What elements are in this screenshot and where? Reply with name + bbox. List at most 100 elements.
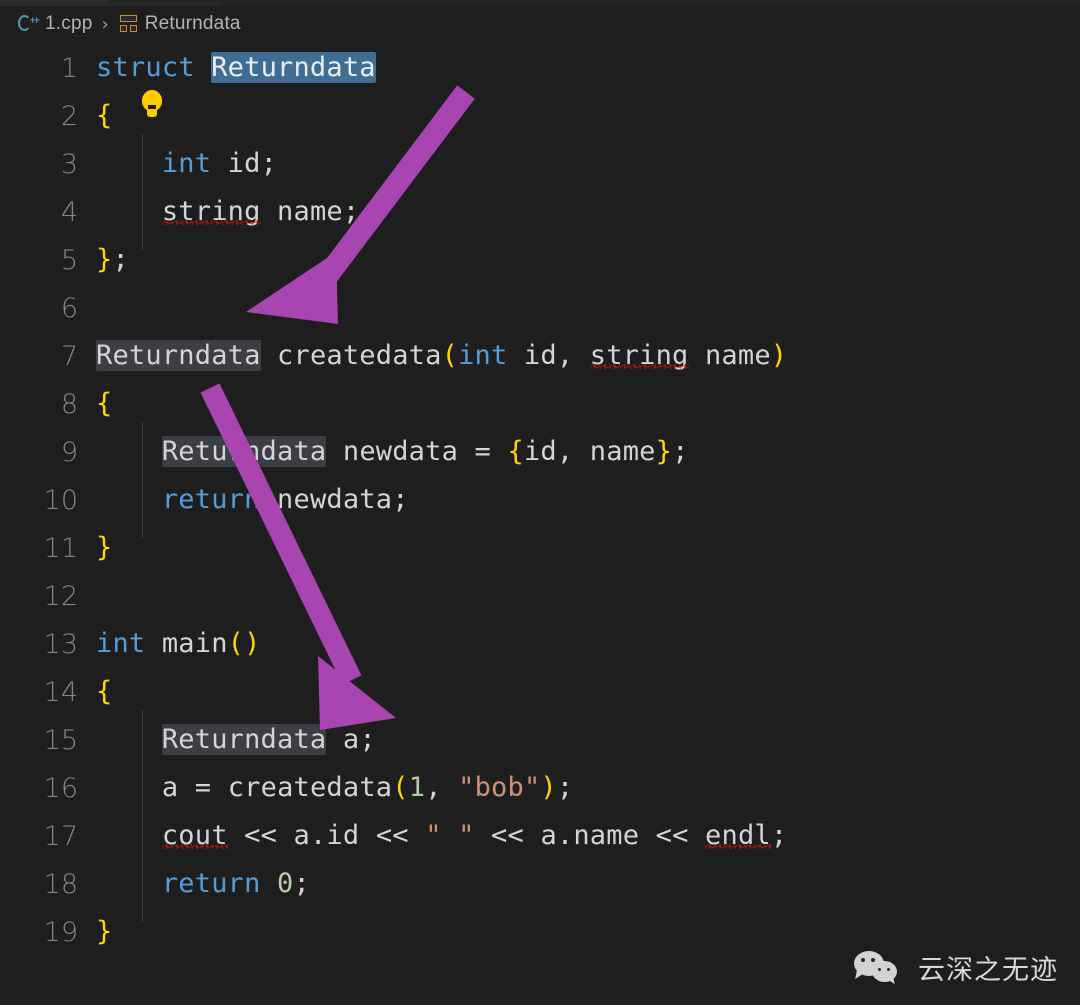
code-line[interactable]: 1 struct Returndata [0, 44, 1080, 92]
token-assign: = [474, 436, 491, 467]
breadcrumb-separator-icon: › [101, 13, 109, 35]
line-number: 2 [60, 100, 78, 132]
line-content[interactable]: { [96, 668, 112, 716]
line-content[interactable]: Returndata createdata(int id, string nam… [96, 332, 787, 380]
line-content[interactable]: Returndata a; [96, 716, 376, 764]
token-paren-open: ( [441, 340, 459, 371]
line-content[interactable]: Returndata newdata = {id, name}; [96, 428, 689, 476]
line-number: 12 [43, 580, 78, 612]
token-semicolon: ; [112, 244, 129, 275]
code-line[interactable]: 16 a = createdata(1, "bob"); [0, 764, 1080, 812]
token-identifier-a: a [342, 724, 360, 755]
code-line[interactable]: 6 [0, 284, 1080, 332]
line-content[interactable]: } [96, 524, 112, 572]
code-line[interactable]: 14 { [0, 668, 1080, 716]
token-semicolon: ; [556, 772, 574, 803]
token-type-string: string [161, 196, 261, 227]
code-line[interactable]: 8 { [0, 380, 1080, 428]
line-number: 6 [60, 292, 78, 324]
breadcrumb-file[interactable]: + + 1.cpp [18, 13, 92, 35]
line-content[interactable]: string name; [96, 188, 359, 236]
line-content[interactable]: a = createdata(1, "bob"); [96, 764, 573, 812]
token-semicolon: ; [672, 436, 689, 467]
token-function-createdata: createdata [227, 772, 393, 803]
token-keyword-return: return [161, 484, 261, 515]
token-string-bob: "bob" [458, 772, 541, 803]
token-identifier-name: name [277, 196, 343, 227]
code-line[interactable]: 4 string name; [0, 188, 1080, 236]
line-content[interactable]: int main() [96, 620, 261, 668]
line-number: 8 [60, 388, 78, 420]
line-content[interactable]: { [96, 380, 112, 428]
token-brace-open: { [96, 388, 113, 419]
token-param-name: name [704, 340, 771, 371]
breadcrumb-symbol[interactable]: Returndata [118, 13, 241, 35]
code-line[interactable]: 17 cout << a.id << " " << a.name << endl… [0, 812, 1080, 860]
line-content[interactable]: return 0; [96, 860, 310, 908]
code-line[interactable]: 15 Returndata a; [0, 716, 1080, 764]
breadcrumb-file-label: 1.cpp [45, 13, 93, 34]
token-shift-operator: << [375, 820, 409, 851]
code-line[interactable]: 18 return 0; [0, 860, 1080, 908]
line-number: 18 [43, 868, 78, 900]
code-line[interactable]: 5 }; [0, 236, 1080, 284]
line-number: 17 [43, 820, 78, 852]
code-line[interactable]: 11 } [0, 524, 1080, 572]
line-content[interactable]: cout << a.id << " " << a.name << endl; [96, 812, 787, 860]
token-brace-open: { [507, 436, 524, 467]
watermark: 云深之无迹 [854, 948, 1058, 987]
token-semicolon: ; [392, 484, 409, 515]
code-line[interactable]: 12 [0, 572, 1080, 620]
line-number: 1 [60, 52, 78, 84]
code-editor[interactable]: 1 struct Returndata 2 { 3 int id; 4 stri… [0, 42, 1080, 1005]
token-assign: = [194, 772, 212, 803]
code-line[interactable]: 10 return newdata; [0, 476, 1080, 524]
token-comma: , [556, 436, 574, 467]
token-semicolon: ; [770, 820, 788, 851]
token-paren-close: ) [770, 340, 788, 371]
struct-symbol-icon [118, 15, 138, 33]
token-number-0: 0 [277, 868, 294, 899]
token-comma: , [425, 772, 442, 803]
line-content[interactable]: struct Returndata [96, 44, 376, 92]
token-paren-open: ( [392, 772, 409, 803]
token-number-1: 1 [408, 772, 426, 803]
line-content[interactable]: }; [96, 236, 129, 284]
token-function-main: main [161, 628, 228, 659]
line-number: 7 [60, 340, 78, 372]
token-identifier-newdata: newdata [342, 436, 459, 467]
token-type-returndata-occurrence: Returndata [161, 724, 327, 755]
line-content[interactable]: { [96, 92, 112, 140]
code-line[interactable]: 13 int main() [0, 620, 1080, 668]
line-number: 10 [43, 484, 78, 516]
token-member-a-name: a.name [540, 820, 640, 851]
line-number: 15 [43, 724, 78, 756]
token-type-string: string [589, 340, 689, 371]
breadcrumb: + + 1.cpp › Returndata [0, 6, 1080, 42]
code-line[interactable]: 3 int id; [0, 140, 1080, 188]
wechat-icon [854, 949, 906, 987]
token-keyword-int: int [161, 148, 212, 179]
line-content[interactable]: int id; [96, 140, 277, 188]
token-brace-close: } [96, 532, 113, 563]
watermark-text: 云深之无迹 [918, 955, 1058, 986]
line-number: 19 [43, 916, 78, 948]
token-keyword-return: return [161, 868, 261, 899]
token-shift-operator: << [491, 820, 524, 851]
line-content[interactable]: return newdata; [96, 476, 409, 524]
token-identifier-a: a [161, 772, 179, 803]
token-semicolon: ; [359, 724, 376, 755]
lightbulb-icon[interactable] [139, 90, 165, 124]
token-member-a-id: a.id [293, 820, 360, 851]
line-number: 4 [60, 196, 78, 228]
code-line[interactable]: 9 Returndata newdata = {id, name}; [0, 428, 1080, 476]
token-brace-close: } [96, 916, 113, 947]
token-type-returndata-occurrence: Returndata [161, 436, 327, 467]
line-content[interactable]: } [96, 908, 112, 956]
token-brace-close: } [96, 244, 113, 275]
line-number: 5 [60, 244, 78, 276]
code-line[interactable]: 7 Returndata createdata(int id, string n… [0, 332, 1080, 380]
token-type-returndata-occurrence: Returndata [96, 340, 261, 371]
token-paren-close: ) [244, 628, 261, 659]
token-shift-operator: << [655, 820, 689, 851]
